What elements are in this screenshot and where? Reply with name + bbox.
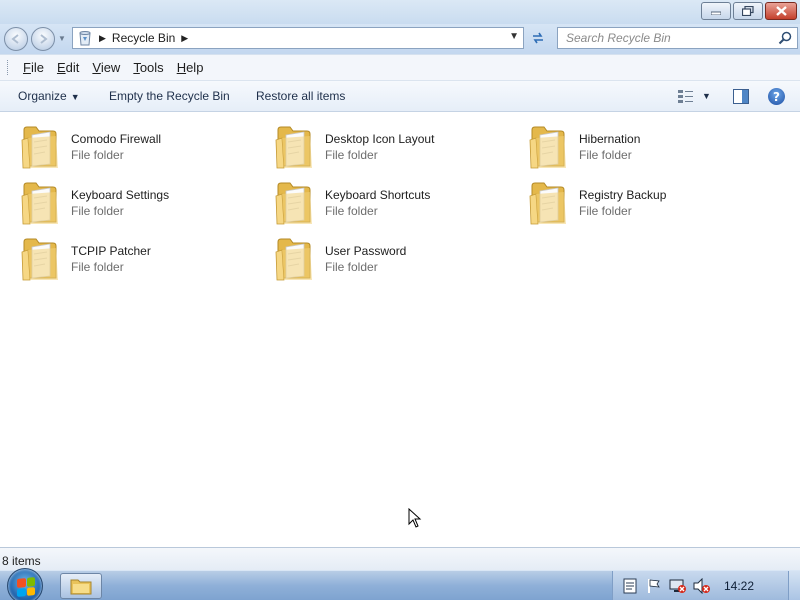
search-box[interactable]: Search Recycle Bin (557, 27, 798, 49)
item-type: File folder (325, 148, 378, 162)
chevron-down-icon: ▼ (70, 92, 80, 102)
close-button[interactable] (765, 2, 797, 20)
breadcrumb-recycle-bin[interactable]: Recycle Bin (112, 31, 175, 45)
list-item[interactable]: Registry Backup File folder (508, 172, 748, 226)
menu-bar: File Edit View Tools Help (0, 54, 800, 81)
item-type: File folder (579, 204, 632, 218)
item-type: File folder (325, 204, 378, 218)
folder-icon (275, 126, 312, 169)
volume-muted-icon[interactable] (693, 578, 711, 594)
change-view-button[interactable]: ▼ (678, 89, 711, 103)
menu-file[interactable]: File (18, 60, 49, 75)
refresh-icon (533, 32, 543, 44)
recycle-bin-icon (79, 31, 91, 46)
list-item[interactable]: TCPIP Patcher File folder (0, 228, 240, 282)
action-center-flag-icon[interactable] (647, 578, 661, 594)
arrow-right-icon (40, 34, 48, 44)
views-icon (678, 90, 693, 103)
network-disconnected-icon[interactable] (669, 578, 687, 594)
taskbar: 14:22 (0, 568, 800, 600)
preview-pane-icon[interactable] (733, 89, 749, 104)
folder-icon (21, 126, 58, 169)
minimize-icon (711, 11, 721, 15)
restore-icon (742, 6, 754, 16)
item-type: File folder (71, 260, 124, 274)
organize-label: Organize (18, 89, 67, 103)
restore-button[interactable] (733, 2, 763, 20)
taskbar-explorer-button[interactable] (60, 573, 102, 599)
item-name: TCPIP Patcher (71, 244, 151, 258)
menu-tools[interactable]: Tools (128, 60, 168, 75)
list-item[interactable]: Comodo Firewall File folder (0, 116, 240, 170)
folder-icon (275, 238, 312, 281)
item-name: Keyboard Shortcuts (325, 188, 431, 202)
search-icon[interactable] (778, 31, 792, 45)
list-item[interactable]: Keyboard Settings File folder (0, 172, 240, 226)
folder-icon (529, 182, 566, 225)
clock[interactable]: 14:22 (724, 579, 754, 593)
item-name: Hibernation (579, 132, 641, 146)
forward-button[interactable] (31, 27, 55, 51)
status-bar: 8 items (0, 547, 800, 570)
list-item[interactable]: Desktop Icon Layout File folder (254, 116, 494, 170)
menu-view[interactable]: View (87, 60, 125, 75)
list-item[interactable]: Keyboard Shortcuts File folder (254, 172, 494, 226)
show-desktop-button[interactable] (788, 571, 800, 600)
navigation-bar: ▼ ▶ Recycle Bin ▶ ▼ Search Recycle Bin (0, 24, 800, 54)
item-type: File folder (325, 260, 378, 274)
list-item[interactable]: User Password File folder (254, 228, 494, 282)
start-button[interactable] (7, 568, 43, 600)
folder-icon (529, 126, 566, 169)
menu-grip (7, 60, 10, 75)
refresh-button[interactable] (527, 28, 549, 48)
menu-edit[interactable]: Edit (52, 60, 84, 75)
list-item[interactable]: Hibernation File folder (508, 116, 748, 170)
title-bar (0, 0, 800, 24)
folder-icon (275, 182, 312, 225)
item-name: Comodo Firewall (71, 132, 162, 146)
breadcrumb-arrow-icon[interactable]: ▶ (99, 33, 106, 44)
item-count: 8 items (2, 554, 41, 568)
item-name: Desktop Icon Layout (325, 132, 435, 146)
notification-area (612, 571, 800, 600)
search-placeholder: Search Recycle Bin (566, 31, 671, 45)
back-button[interactable] (4, 27, 28, 51)
arrow-left-icon (11, 34, 19, 44)
help-icon[interactable]: ? (768, 88, 785, 105)
windows-logo-icon (17, 577, 35, 597)
item-name: Registry Backup (579, 188, 667, 202)
chevron-down-icon[interactable]: ▼ (702, 91, 711, 101)
mouse-pointer-icon (408, 508, 422, 528)
empty-recycle-bin-button[interactable]: Empty the Recycle Bin (109, 89, 230, 103)
minimize-button[interactable] (701, 2, 731, 20)
item-type: File folder (579, 148, 632, 162)
command-bar: Organize ▼ Empty the Recycle Bin Restore … (0, 81, 800, 112)
document-icon[interactable] (623, 578, 637, 594)
breadcrumb-arrow-icon[interactable]: ▶ (181, 33, 188, 44)
item-type: File folder (71, 148, 124, 162)
organize-button[interactable]: Organize ▼ (18, 89, 80, 103)
item-name: Keyboard Settings (71, 188, 170, 202)
close-icon (775, 6, 787, 16)
item-name: User Password (325, 244, 407, 258)
restore-all-items-button[interactable]: Restore all items (256, 89, 345, 103)
address-bar[interactable]: ▶ Recycle Bin ▶ ▼ (72, 27, 524, 49)
menu-help[interactable]: Help (172, 60, 209, 75)
folder-icon (70, 579, 92, 595)
folder-icon (21, 182, 58, 225)
item-type: File folder (71, 204, 124, 218)
file-list: Comodo Firewall File folder Desktop Icon… (0, 112, 800, 547)
address-dropdown-icon[interactable]: ▼ (509, 31, 519, 42)
recent-pages-button[interactable]: ▼ (58, 34, 68, 44)
folder-icon (21, 238, 58, 281)
